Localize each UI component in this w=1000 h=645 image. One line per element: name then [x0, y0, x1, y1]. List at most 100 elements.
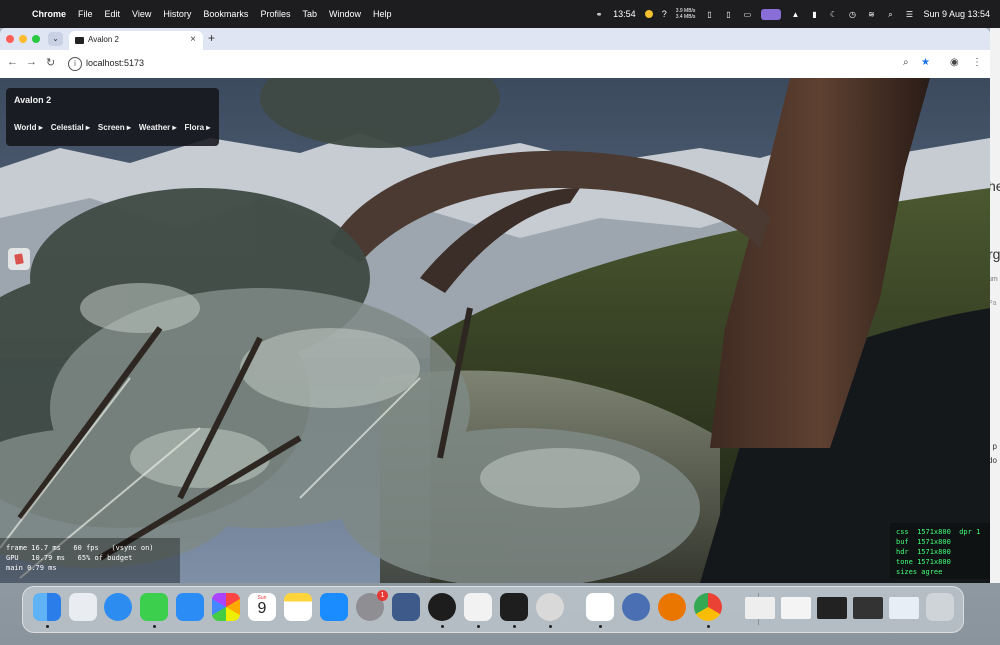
address-bar[interactable]: i localhost:5173 — [64, 53, 944, 74]
profile-icon[interactable]: ◉ — [950, 57, 959, 68]
menu-flora[interactable]: Flora ▸ — [185, 123, 211, 132]
browser-window: ⌄ Avalon 2 × + ← → ↻ i localhost:5173 ⌕ … — [0, 28, 990, 583]
close-window-button[interactable] — [6, 35, 14, 43]
menu-history[interactable]: History — [163, 9, 191, 19]
spotlight-icon[interactable]: ⌕ — [885, 10, 895, 19]
minimized-window-2[interactable] — [781, 597, 811, 619]
menu-screen[interactable]: Screen ▸ — [98, 123, 131, 132]
battery-icon[interactable]: ▮ — [809, 10, 819, 19]
blender-icon[interactable] — [658, 593, 686, 621]
forward-arrow-icon[interactable]: → — [26, 56, 37, 68]
menu-bookmarks[interactable]: Bookmarks — [203, 9, 248, 19]
moon-icon[interactable]: ☾ — [828, 10, 838, 19]
app-store-icon[interactable] — [320, 593, 348, 621]
automator-icon[interactable] — [622, 593, 650, 621]
app-red-running-dot — [477, 625, 480, 628]
tab-favicon-icon — [75, 37, 84, 44]
reload-icon[interactable]: ↻ — [46, 56, 55, 69]
menu-window[interactable]: Window — [329, 9, 361, 19]
menu-help[interactable]: Help — [373, 9, 392, 19]
paint-icon[interactable]: ▲ — [790, 10, 800, 19]
menu-view[interactable]: View — [132, 9, 151, 19]
app-red-icon[interactable] — [464, 593, 492, 621]
zoom-icon[interactable]: ⌕ — [903, 57, 909, 68]
memory-icon[interactable]: ▯ — [723, 10, 733, 19]
screenshot-icon[interactable] — [536, 593, 564, 621]
menu-app-name[interactable]: Chrome — [32, 9, 66, 19]
css-stat-line: css 1571x800 dpr 1 — [896, 528, 981, 536]
new-tab-button[interactable]: + — [208, 31, 215, 45]
launchpad-icon[interactable] — [69, 593, 97, 621]
chrome-running-dot — [707, 625, 710, 628]
emoji-icon[interactable] — [644, 10, 653, 18]
chrome-menu-icon[interactable]: ⋮ — [972, 57, 982, 68]
bg-text-6: do — [990, 456, 997, 465]
scene-canvas[interactable]: Avalon 2 World ▸ Celestial ▸ Screen ▸ We… — [0, 78, 990, 583]
menu-file[interactable]: File — [78, 9, 93, 19]
clock-icon[interactable]: ◷ — [847, 10, 857, 19]
photos-icon[interactable] — [212, 593, 240, 621]
main-stat-line: main 0.79 ms — [6, 564, 57, 572]
tab-close-icon[interactable]: × — [190, 34, 196, 45]
floating-app-icon[interactable] — [8, 248, 30, 270]
tab-strip: ⌄ Avalon 2 × + — [0, 28, 990, 50]
textedit-icon[interactable] — [586, 593, 614, 621]
terminal-icon[interactable] — [500, 593, 528, 621]
tab-title: Avalon 2 — [88, 35, 119, 44]
bg-text-3: um — [990, 276, 998, 283]
calendar-icon[interactable]: Sun 9 — [248, 593, 276, 621]
trash-icon[interactable] — [926, 593, 954, 621]
url-text[interactable]: localhost:5173 — [86, 58, 144, 68]
safari-icon[interactable] — [104, 593, 132, 621]
panel-menus: World ▸ Celestial ▸ Screen ▸ Weather ▸ F… — [14, 123, 210, 132]
net-down: 3.4 MB/s — [675, 14, 696, 20]
display-icon[interactable]: ▭ — [742, 10, 752, 19]
status-time-short[interactable]: 13:54 — [613, 9, 636, 19]
chrome-icon[interactable] — [694, 593, 722, 621]
gpu-stat-line: GPU 10.79 ms 65% of budget — [6, 554, 133, 562]
minimized-window-1[interactable] — [745, 597, 775, 619]
bookmark-star-icon[interactable]: ★ — [921, 57, 930, 68]
menu-celestial[interactable]: Celestial ▸ — [51, 123, 90, 132]
buf-stat-line: buf 1571x800 — [896, 538, 951, 546]
screen-share-icon[interactable] — [761, 8, 782, 20]
dock: Sun 9 1 — [22, 586, 964, 633]
network-speed[interactable]: 3.9 MB/s 3.4 MB/s — [676, 8, 696, 20]
minimized-window-5[interactable] — [889, 597, 919, 619]
menu-profiles[interactable]: Profiles — [260, 9, 290, 19]
zoom-window-button[interactable] — [32, 35, 40, 43]
tab-search-chevron-icon[interactable]: ⌄ — [48, 32, 63, 46]
notes-icon[interactable] — [284, 593, 312, 621]
menu-edit[interactable]: Edit — [105, 9, 121, 19]
bg-text-2: rg — [990, 246, 1000, 262]
cpu-icon[interactable]: ▯ — [704, 10, 714, 19]
finder-icon[interactable] — [33, 593, 61, 621]
calendar-day: 9 — [257, 600, 267, 617]
menu-world[interactable]: World ▸ — [14, 123, 43, 132]
mail-icon[interactable] — [176, 593, 204, 621]
control-center-icon[interactable]: ☰ — [904, 10, 914, 19]
toolbar: ← → ↻ i localhost:5173 ⌕ ★ ◉ ⋮ — [0, 50, 990, 78]
terminal-running-dot — [513, 625, 516, 628]
menu-weather[interactable]: Weather ▸ — [139, 123, 177, 132]
back-arrow-icon[interactable]: ← — [7, 56, 18, 68]
messages-icon[interactable] — [140, 593, 168, 621]
status-area: ⚭ 13:54 ? 3.9 MB/s 3.4 MB/s ▯ ▯ ▭ ▲ ▮ ☾ … — [594, 0, 990, 28]
help-status-icon[interactable]: ? — [662, 9, 667, 19]
settings-badge: 1 — [377, 590, 388, 601]
tab-avalon[interactable]: Avalon 2 × — [69, 31, 203, 50]
status-datetime[interactable]: Sun 9 Aug 13:54 — [923, 9, 990, 19]
minimize-window-button[interactable] — [19, 35, 27, 43]
activity-monitor-icon[interactable] — [428, 593, 456, 621]
wifi-icon[interactable]: ≋ — [866, 10, 876, 19]
minimized-window-3[interactable] — [817, 597, 847, 619]
system-settings-icon[interactable]: 1 — [356, 590, 388, 621]
menu-tab[interactable]: Tab — [302, 9, 317, 19]
bg-text-5: , p — [990, 442, 997, 451]
hdr-stat-line: hdr 1571x800 — [896, 548, 951, 556]
site-info-icon[interactable]: i — [68, 57, 82, 71]
minimized-window-4[interactable] — [853, 597, 883, 619]
simulator-icon[interactable] — [392, 593, 420, 621]
frame-stats: frame 16.7 ms 60 fps (vsync on) GPU 10.79… — [0, 538, 180, 583]
link-icon[interactable]: ⚭ — [594, 10, 604, 19]
